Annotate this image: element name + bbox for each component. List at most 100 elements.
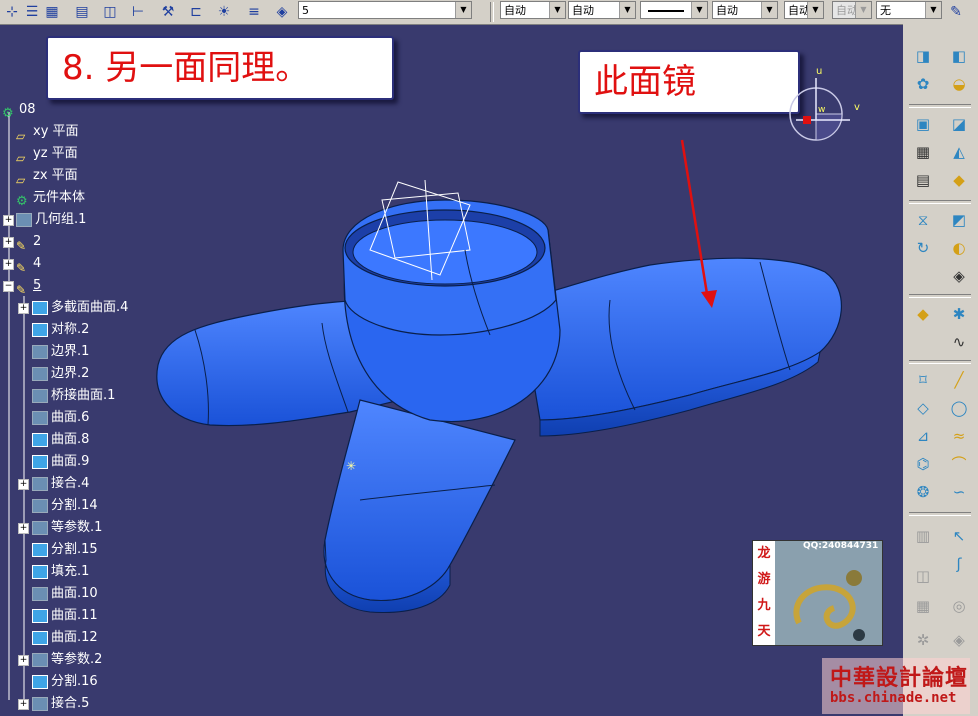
transparency-combo[interactable]: 自动 ▼ [568,1,636,19]
s-curve-icon[interactable]: ʃ [947,552,971,576]
expand-icon[interactable]: + [18,303,29,314]
tree-item-surface-10[interactable]: 曲面.10 [32,584,98,604]
circle-tool-icon[interactable]: ◯ [947,396,971,420]
tree-item-join-4[interactable]: 接合.4 [32,474,89,494]
corner-icon[interactable]: ⌒ [947,452,971,476]
join-icon [32,476,48,491]
curve-icon[interactable]: ∿ [947,330,971,354]
line-tool-icon[interactable]: ╱ [947,368,971,392]
tree-item-2[interactable]: ✎ 2 [16,232,41,253]
table-icon[interactable]: ▤ [911,168,935,192]
toolbar-separator [490,2,494,22]
style-combo[interactable]: 无 ▼ [876,1,942,19]
tree-item-5[interactable]: ✎ 5 [16,276,41,297]
point-combo[interactable]: 自动 ▼ [784,1,824,19]
tree-icon[interactable]: ⊏ [186,2,206,22]
grid-arrow-icon[interactable]: ▤ [72,2,92,22]
trim-icon[interactable]: ◈ [947,264,971,288]
tree-item-boundary-1[interactable]: 边界.1 [32,342,89,362]
tools-icon[interactable]: ⚒ [158,2,178,22]
chevron-down-icon[interactable]: ▼ [549,2,565,18]
tree-item-split-16[interactable]: 分割.16 [32,672,98,692]
tree-item-label: 曲面.12 [51,630,98,645]
chevron-down-icon[interactable]: ▼ [807,2,823,18]
expand-icon[interactable]: + [18,699,29,710]
layers-icon[interactable]: ◆ [911,302,935,326]
step-note-text: 8. 另一面同理。 [62,48,310,88]
tree-item-join-5[interactable]: 接合.5 [32,694,89,714]
svg-text:✳: ✳ [346,459,356,473]
expand-icon[interactable]: + [3,215,14,226]
tree-item-surface-9[interactable]: 曲面.9 [32,452,89,472]
rotate-icon[interactable]: ↻ [911,236,935,260]
fill-tool-icon[interactable]: ▣ [911,112,935,136]
compass-widget[interactable]: u v w [786,64,862,148]
chevron-down-icon[interactable]: ▼ [761,2,777,18]
expand-icon[interactable]: + [18,655,29,666]
tree-item-boundary-2[interactable]: 边界.2 [32,364,89,384]
axis-icon[interactable]: ⊹ [2,2,22,22]
revolve-icon[interactable]: ◒ [947,72,971,96]
blend-tool-icon[interactable]: ◪ [947,112,971,136]
tree-item-zx-plane[interactable]: ▱ zx 平面 [16,166,78,187]
tree-item-part-body[interactable]: ⚙ 元件本体 [16,188,85,209]
helix-icon[interactable]: ❂ [911,480,935,504]
layer-combo[interactable]: 5 ▼ [298,1,472,19]
list-icon[interactable]: ≡ [244,2,264,22]
tree-item-split-15[interactable]: 分割.15 [32,540,98,560]
symmetry-tool-icon[interactable]: ⧖ [911,208,935,232]
dimension-icon[interactable]: ⊢ [128,2,148,22]
tree-item-xy-plane[interactable]: ▱ xy 平面 [16,122,79,143]
tree-item-blend-1[interactable]: 桥接曲面.1 [32,386,115,406]
tree-item-surface-8[interactable]: 曲面.8 [32,430,89,450]
tree-item-symmetry-2[interactable]: 对称.2 [32,320,89,340]
chevron-down-icon[interactable]: ▼ [691,2,707,18]
collapse-icon[interactable]: − [3,281,14,292]
projection-icon[interactable]: ⊿ [911,424,935,448]
tree-item-yz-plane[interactable]: ▱ yz 平面 [16,144,78,165]
offset-icon[interactable]: ◧ [947,44,971,68]
chevron-down-icon[interactable]: ▼ [925,2,941,18]
tree-item-geo-set-1[interactable]: 几何组.1 [16,210,86,230]
grid-surface-icon[interactable]: ▦ [911,140,935,164]
layer-combo-value: 5 [302,4,309,17]
join-tool-icon[interactable]: ◆ [947,168,971,192]
color-combo[interactable]: 自动 ▼ [500,1,566,19]
tree-item-split-14[interactable]: 分割.14 [32,496,98,516]
tree-item-fill-1[interactable]: 填充.1 [32,562,89,582]
snap-icon[interactable]: ☀ [214,2,234,22]
grid-icon[interactable]: ▦ [42,2,62,22]
tree-item-surface-12[interactable]: 曲面.12 [32,628,98,648]
tree-item-root[interactable]: ⚙ 08 [2,100,36,121]
cube-3d-icon[interactable]: ◈ [272,2,292,22]
expand-icon[interactable]: + [3,259,14,270]
extrude-icon[interactable]: ◨ [911,44,935,68]
list-lines-icon[interactable]: ☰ [22,2,42,22]
tree-item-isoparam-1[interactable]: 等参数.1 [32,518,102,538]
spider-icon[interactable]: ✱ [947,302,971,326]
spline-icon[interactable]: ≈ [947,424,971,448]
linetype-combo[interactable]: ▼ [640,1,708,19]
tree-item-multisection-4[interactable]: 多截面曲面.4 [32,298,128,318]
split-tool-icon[interactable]: ◐ [947,236,971,260]
cube-icon[interactable]: ◫ [100,2,120,22]
tree-item-surface-11[interactable]: 曲面.11 [32,606,98,626]
extract-icon[interactable]: ◩ [947,208,971,232]
sweep-icon[interactable]: ✿ [911,72,935,96]
arrow-tool-icon[interactable]: ↖ [947,524,971,548]
tree-item-surface-6[interactable]: 曲面.6 [32,408,89,428]
expand-icon[interactable]: + [18,479,29,490]
intersect-icon[interactable]: ⌬ [911,452,935,476]
paintbrush-icon[interactable]: ✎ [946,2,966,22]
multisection-icon[interactable]: ◭ [947,140,971,164]
expand-icon[interactable]: + [3,237,14,248]
expand-icon[interactable]: + [18,523,29,534]
point-tool-icon[interactable]: ⌑ [911,368,935,392]
tree-item-4[interactable]: ✎ 4 [16,254,41,275]
chevron-down-icon[interactable]: ▼ [619,2,635,18]
chevron-down-icon[interactable]: ▼ [455,2,471,18]
tree-item-isoparam-2[interactable]: 等参数.2 [32,650,102,670]
lineweight-combo[interactable]: 自动 ▼ [712,1,778,19]
connect-curve-icon[interactable]: ∽ [947,480,971,504]
plane-tool-icon[interactable]: ◇ [911,396,935,420]
